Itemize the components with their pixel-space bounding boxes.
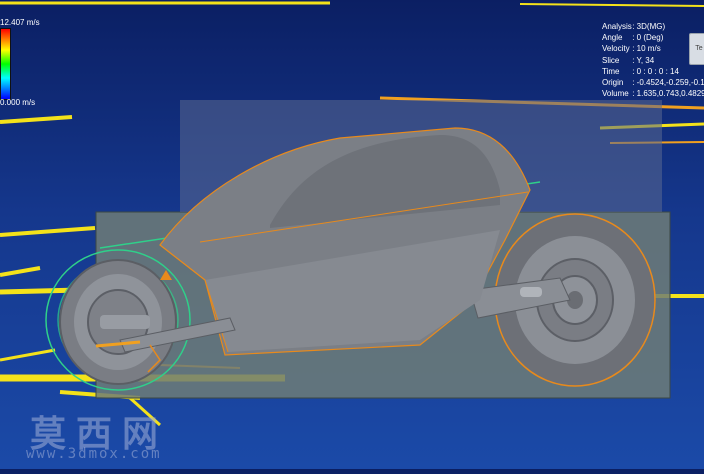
info-time: Time : 0 : 0 : 0 : 14 bbox=[602, 66, 704, 77]
legend-min-label: 0.000 m/s bbox=[0, 98, 36, 107]
info-volume: Volume : 1.635,0.743,0.4829, bbox=[602, 88, 704, 99]
info-value: : Y, 34 bbox=[632, 55, 655, 65]
info-analysis: Analysis : 3D(MG) bbox=[602, 21, 704, 32]
legend-max-label: 12.407 m/s bbox=[0, 18, 40, 27]
info-key: Time bbox=[602, 66, 620, 76]
velocity-color-legend bbox=[0, 28, 11, 100]
front-wheel bbox=[59, 259, 177, 385]
info-value: : -0.4524,-0.259,-0.1138 bbox=[632, 78, 704, 88]
info-value: : 1.635,0.743,0.4829, bbox=[632, 89, 704, 99]
axle-cap bbox=[520, 287, 542, 297]
info-key: Analysis bbox=[602, 22, 632, 31]
info-key: Angle bbox=[602, 33, 623, 43]
simulation-scene bbox=[0, 1, 704, 427]
info-key: Velocity bbox=[602, 44, 630, 54]
watermark-url: www.3dmox.com bbox=[26, 446, 162, 462]
3d-viewport[interactable] bbox=[0, 0, 704, 469]
info-value: : 3D(MG) bbox=[632, 22, 666, 31]
info-value: : 0 (Deg) bbox=[632, 33, 664, 43]
info-key: Slice bbox=[602, 55, 620, 65]
info-value: : 10 m/s bbox=[632, 44, 661, 54]
info-value: : 0 : 0 : 0 : 14 bbox=[632, 66, 679, 76]
info-key: Origin bbox=[602, 78, 624, 88]
side-panel-button[interactable]: Te bbox=[689, 33, 704, 65]
info-origin: Origin : -0.4524,-0.259,-0.1138 bbox=[602, 77, 704, 88]
info-key: Volume bbox=[602, 89, 629, 99]
